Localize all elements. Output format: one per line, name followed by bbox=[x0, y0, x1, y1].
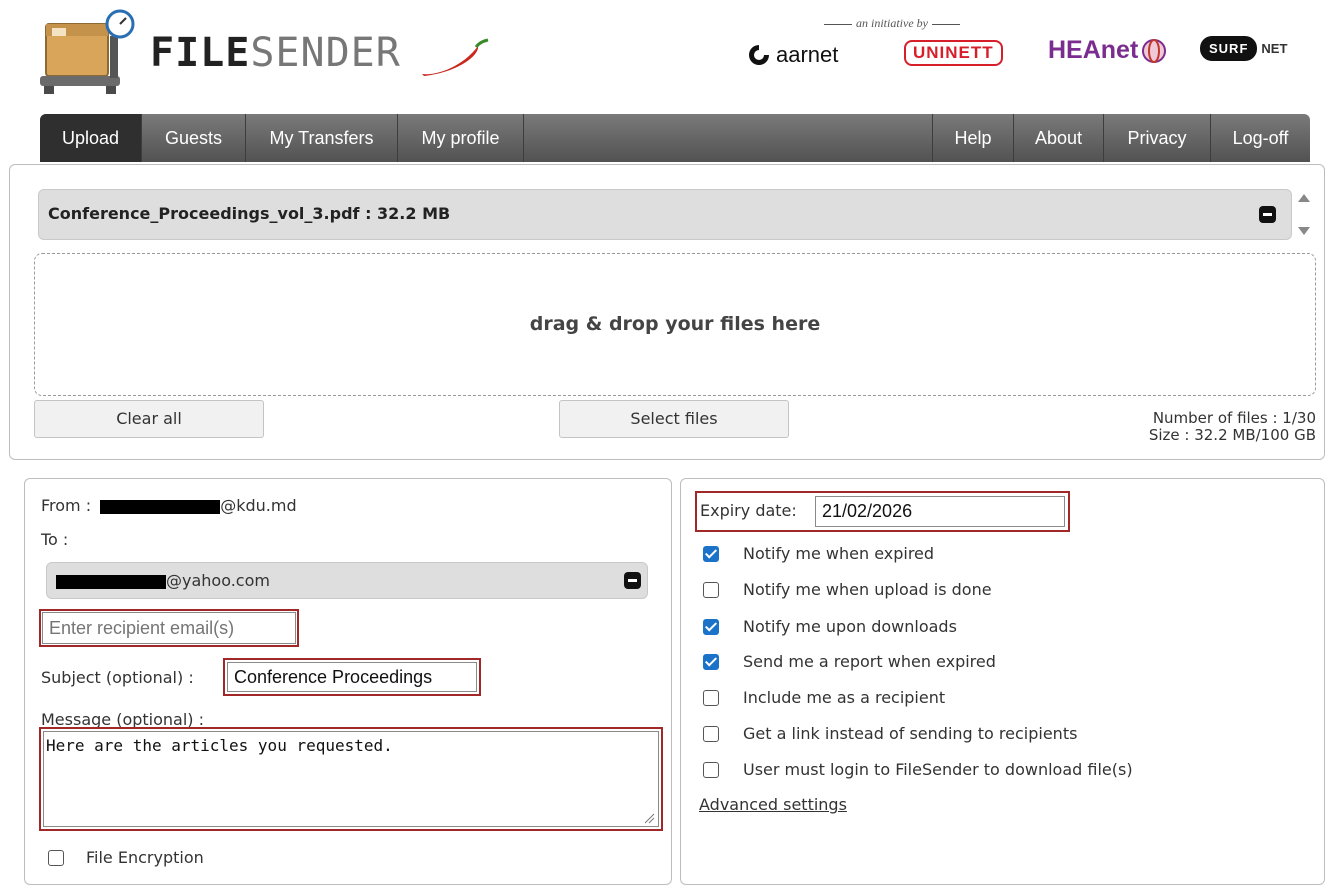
expiry-label: Expiry date: bbox=[700, 501, 797, 520]
login-required-checkbox[interactable] bbox=[703, 762, 719, 778]
chili-pepper-icon bbox=[420, 38, 490, 82]
notify-upload-done-checkbox[interactable] bbox=[703, 582, 719, 598]
select-files-button[interactable]: Select files bbox=[559, 400, 789, 438]
to-label: To : bbox=[41, 530, 69, 549]
nav-my-profile[interactable]: My profile bbox=[398, 114, 524, 162]
resize-grip-icon[interactable] bbox=[643, 812, 655, 824]
heanet-globe-icon bbox=[1142, 38, 1167, 63]
recipient-domain: @yahoo.com bbox=[166, 571, 270, 590]
notify-downloads-label: Notify me upon downloads bbox=[743, 617, 957, 636]
redacted-sender bbox=[100, 499, 221, 514]
nav-guests[interactable]: Guests bbox=[142, 114, 246, 162]
package-scale-icon bbox=[40, 9, 135, 94]
notify-upload-done-label: Notify me when upload is done bbox=[743, 580, 992, 599]
aarnet-logo: aarnet bbox=[746, 42, 838, 68]
from-domain: @kdu.md bbox=[220, 496, 297, 515]
notify-expired-checkbox[interactable] bbox=[703, 546, 719, 562]
subject-input[interactable] bbox=[227, 662, 477, 692]
redacted-recipient bbox=[56, 574, 166, 589]
file-entry-label: Conference_Proceedings_vol_3.pdf : 32.2 … bbox=[48, 204, 451, 223]
report-expired-label: Send me a report when expired bbox=[743, 652, 996, 671]
expiry-date-input[interactable] bbox=[815, 496, 1065, 527]
surfnet-logo: SURF NET bbox=[1200, 36, 1287, 61]
nav-about[interactable]: About bbox=[1013, 114, 1103, 162]
main-navigation: Upload Guests My Transfers My profile He… bbox=[40, 114, 1310, 162]
file-encryption-checkbox[interactable] bbox=[48, 850, 64, 866]
filesender-logo bbox=[40, 6, 145, 98]
number-of-files: Number of files : 1/30 bbox=[1152, 409, 1316, 427]
nav-logoff[interactable]: Log-off bbox=[1210, 114, 1310, 162]
dropzone-text: drag & drop your files here bbox=[529, 313, 821, 335]
aarnet-swirl-icon bbox=[749, 45, 769, 65]
include-me-checkbox[interactable] bbox=[703, 690, 719, 706]
notify-downloads-checkbox[interactable] bbox=[703, 619, 719, 635]
nav-help[interactable]: Help bbox=[932, 114, 1013, 162]
transfer-options-panel bbox=[680, 478, 1325, 885]
subject-label: Subject (optional) : bbox=[41, 668, 194, 687]
get-link-checkbox[interactable] bbox=[703, 726, 719, 742]
get-link-label: Get a link instead of sending to recipie… bbox=[743, 724, 1078, 743]
scroll-up-arrow-icon[interactable] bbox=[1298, 194, 1310, 202]
login-required-label: User must login to FileSender to downloa… bbox=[743, 760, 1133, 779]
files-stats: Number of files : 1/30 Size : 32.2 MB/10… bbox=[1000, 410, 1316, 444]
scroll-down-arrow-icon[interactable] bbox=[1298, 227, 1310, 235]
recipient-address: @yahoo.com bbox=[56, 571, 270, 590]
message-textarea[interactable]: Here are the articles you requested. bbox=[43, 731, 659, 827]
from-label: From : bbox=[41, 496, 92, 515]
from-row: From : @kdu.md bbox=[41, 496, 297, 515]
include-me-label: Include me as a recipient bbox=[743, 688, 946, 707]
total-size: Size : 32.2 MB/100 GB bbox=[1148, 426, 1316, 444]
nav-privacy[interactable]: Privacy bbox=[1103, 114, 1210, 162]
brand-title: FILESENDER bbox=[150, 30, 401, 76]
remove-recipient-icon[interactable] bbox=[624, 572, 641, 589]
notify-expired-label: Notify me when expired bbox=[743, 544, 935, 563]
recipient-email-input[interactable] bbox=[42, 612, 296, 644]
initiative-caption: an initiative by bbox=[820, 16, 964, 31]
clear-all-button[interactable]: Clear all bbox=[34, 400, 264, 438]
heanet-logo: HEAnet bbox=[1048, 36, 1168, 65]
remove-file-icon[interactable] bbox=[1259, 206, 1276, 223]
uninett-logo: UNINETT bbox=[904, 40, 1003, 66]
nav-upload[interactable]: Upload bbox=[40, 114, 142, 162]
file-encryption-label: File Encryption bbox=[86, 848, 204, 867]
report-expired-checkbox[interactable] bbox=[703, 654, 719, 670]
advanced-settings-link[interactable]: Advanced settings bbox=[699, 795, 847, 814]
nav-my-transfers[interactable]: My Transfers bbox=[246, 114, 398, 162]
